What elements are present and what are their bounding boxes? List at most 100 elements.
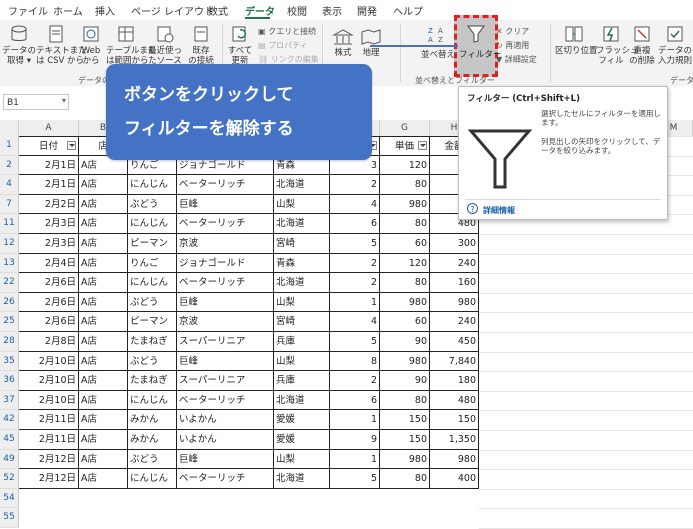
table-cell-amount[interactable]: 150 [430, 410, 479, 430]
row-header[interactable]: 55 [0, 508, 19, 528]
table-cell-price[interactable]: 120 [380, 253, 430, 274]
table-cell-price[interactable]: 80 [380, 214, 430, 234]
column-header-a[interactable]: A [19, 120, 79, 136]
table-cell-amount[interactable]: 240 [430, 253, 479, 274]
row-header[interactable]: 13 [0, 253, 19, 274]
table-cell-item[interactable]: みかん [128, 430, 177, 450]
table-cell-pref[interactable]: 愛媛 [274, 410, 330, 430]
table-cell-store[interactable]: A店 [79, 273, 128, 293]
row-header[interactable]: 36 [0, 371, 19, 391]
table-cell-date[interactable]: 2月2日 [19, 194, 79, 215]
table-cell-date[interactable]: 2月3日 [19, 234, 79, 254]
table-cell-qty[interactable]: 4 [330, 312, 380, 332]
table-cell-pref[interactable]: 山梨 [274, 449, 330, 470]
table-cell-pref[interactable]: 山梨 [274, 351, 330, 372]
table-cell-date[interactable]: 2月10日 [19, 351, 79, 372]
select-all-corner[interactable] [0, 120, 19, 136]
table-cell-amount[interactable]: 980 [430, 449, 479, 470]
table-cell-store[interactable]: A店 [79, 430, 128, 450]
table-cell-pref[interactable]: 兵庫 [274, 332, 330, 352]
table-cell-qty[interactable]: 2 [330, 273, 380, 293]
table-cell-item[interactable]: にんじん [128, 175, 177, 195]
menu-file[interactable]: ファイル [8, 3, 48, 18]
table-cell-pref[interactable]: 兵庫 [274, 371, 330, 391]
table-cell-variety[interactable]: いよかん [177, 430, 274, 450]
filter-dropdown-icon[interactable] [67, 141, 76, 150]
table-cell-pref[interactable]: 愛媛 [274, 430, 330, 450]
table-cell-pref[interactable]: 青森 [274, 253, 330, 274]
table-cell-pref[interactable]: 北海道 [274, 469, 330, 489]
menu-insert[interactable]: 挿入 [95, 3, 115, 18]
table-cell-store[interactable]: A店 [79, 332, 128, 352]
table-cell-price[interactable]: 90 [380, 371, 430, 391]
table-header-cell[interactable]: 日付 [19, 136, 79, 156]
table-cell-store[interactable]: A店 [79, 449, 128, 470]
clear-filter-button[interactable]: ✕ クリア [496, 26, 529, 37]
table-cell-qty[interactable]: 6 [330, 390, 380, 411]
menu-review[interactable]: 校閲 [287, 3, 307, 18]
web-button[interactable]: Web から [78, 24, 104, 66]
table-cell-store[interactable]: A店 [79, 390, 128, 411]
table-cell-qty[interactable]: 1 [330, 449, 380, 470]
reapply-button[interactable]: ↻ 再適用 [496, 40, 529, 51]
row-header[interactable]: 12 [0, 234, 19, 254]
table-cell-date[interactable]: 2月11日 [19, 430, 79, 450]
filter-dropdown-icon[interactable] [418, 141, 427, 150]
table-cell-variety[interactable]: 京波 [177, 234, 274, 254]
column-header-g[interactable]: G [380, 120, 430, 136]
name-box-dropdown-icon[interactable]: ▾ [62, 96, 66, 105]
row-header[interactable]: 22 [0, 273, 19, 293]
table-cell-qty[interactable]: 1 [330, 292, 380, 313]
table-cell-price[interactable]: 980 [380, 449, 430, 470]
table-cell-store[interactable]: A店 [79, 175, 128, 195]
table-range-button[interactable]: テーブルまた は範囲から [106, 24, 157, 66]
name-box[interactable]: B1 [3, 94, 69, 110]
table-cell-store[interactable]: A店 [79, 410, 128, 430]
table-cell-price[interactable]: 980 [380, 194, 430, 215]
table-cell-date[interactable]: 2月8日 [19, 332, 79, 352]
table-cell-store[interactable]: A店 [79, 214, 128, 234]
table-cell-date[interactable]: 2月12日 [19, 469, 79, 489]
table-cell-pref[interactable]: 山梨 [274, 292, 330, 313]
menu-data[interactable]: データ [245, 3, 275, 18]
table-cell-variety[interactable]: ベーターリッチ [177, 390, 274, 411]
row-header[interactable]: 28 [0, 332, 19, 352]
table-cell-amount[interactable]: 180 [430, 371, 479, 391]
table-cell-item[interactable]: にんじん [128, 469, 177, 489]
table-cell-item[interactable]: たまねぎ [128, 332, 177, 352]
properties-button[interactable]: ▤ プロパティ [258, 40, 308, 51]
table-cell-date[interactable]: 2月12日 [19, 449, 79, 470]
table-cell-amount[interactable]: 160 [430, 273, 479, 293]
table-cell-pref[interactable]: 宮崎 [274, 234, 330, 254]
table-cell-variety[interactable]: スーパーリニア [177, 371, 274, 391]
row-header[interactable]: 2 [0, 155, 19, 176]
table-cell-date[interactable]: 2月3日 [19, 214, 79, 234]
table-cell-date[interactable]: 2月6日 [19, 312, 79, 332]
table-cell-qty[interactable]: 9 [330, 430, 380, 450]
table-cell-price[interactable]: 980 [380, 351, 430, 372]
table-cell-item[interactable]: にんじん [128, 390, 177, 411]
table-cell-qty[interactable]: 1 [330, 410, 380, 430]
stocks-button[interactable]: 株式 [330, 28, 356, 58]
table-cell-price[interactable]: 80 [380, 469, 430, 489]
get-data-button[interactable]: データの 取得 ▾ [2, 24, 36, 66]
row-header[interactable]: 11 [0, 214, 19, 234]
row-header[interactable]: 7 [0, 194, 19, 215]
table-cell-pref[interactable]: 山梨 [274, 194, 330, 215]
table-cell-store[interactable]: A店 [79, 292, 128, 313]
table-cell-qty[interactable]: 2 [330, 175, 380, 195]
table-cell-amount[interactable]: 400 [430, 469, 479, 489]
row-header[interactable]: 42 [0, 410, 19, 430]
table-cell-date[interactable]: 2月11日 [19, 410, 79, 430]
existing-connections-button[interactable]: 既存 の接続 [186, 24, 216, 66]
text-to-columns-button[interactable]: 区切り位置 [555, 24, 598, 56]
refresh-all-button[interactable]: すべて 更新 [226, 24, 254, 66]
table-cell-store[interactable]: A店 [79, 253, 128, 274]
table-cell-qty[interactable]: 5 [330, 332, 380, 352]
menu-view[interactable]: 表示 [322, 3, 342, 18]
row-header[interactable]: 35 [0, 351, 19, 372]
table-cell-item[interactable]: ぶどう [128, 449, 177, 470]
table-cell-item[interactable]: ピーマン [128, 312, 177, 332]
menu-formulas[interactable]: 数式 [208, 3, 228, 18]
table-cell-amount[interactable]: 7,840 [430, 351, 479, 372]
